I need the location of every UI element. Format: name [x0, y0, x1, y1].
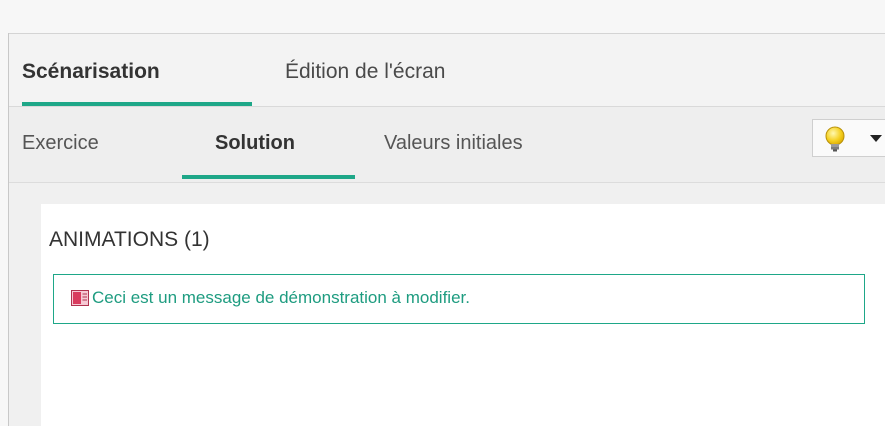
- animation-item[interactable]: Ceci est un message de démonstration à m…: [53, 274, 865, 324]
- animations-section-title: ANIMATIONS (1): [49, 228, 210, 251]
- animation-item-text: Ceci est un message de démonstration à m…: [92, 288, 470, 307]
- tab-exercice[interactable]: Exercice: [22, 132, 99, 155]
- tab-solution[interactable]: Solution: [215, 132, 295, 155]
- main-tab-bar: Scénarisation Édition de l'écran: [9, 34, 885, 107]
- window-top-strip: [0, 0, 885, 33]
- lightbulb-icon: [825, 126, 845, 152]
- animations-panel: ANIMATIONS (1) Ceci est un message de dé…: [41, 204, 885, 426]
- caret-down-icon: [870, 135, 882, 142]
- sub-tab-bar: Exercice Solution Valeurs initiales: [9, 107, 885, 183]
- active-subtab-indicator: [182, 175, 355, 179]
- app-window: Scénarisation Édition de l'écran Exercic…: [0, 0, 885, 426]
- hint-dropdown-button[interactable]: [812, 119, 885, 157]
- editor-panel: Scénarisation Édition de l'écran Exercic…: [9, 33, 885, 426]
- tab-scenarisation[interactable]: Scénarisation: [22, 60, 160, 84]
- message-icon: [71, 290, 89, 306]
- left-frame: [0, 33, 9, 426]
- active-tab-indicator: [22, 102, 252, 106]
- tab-edition-ecran[interactable]: Édition de l'écran: [285, 60, 445, 84]
- tab-valeurs-initiales[interactable]: Valeurs initiales: [384, 132, 523, 155]
